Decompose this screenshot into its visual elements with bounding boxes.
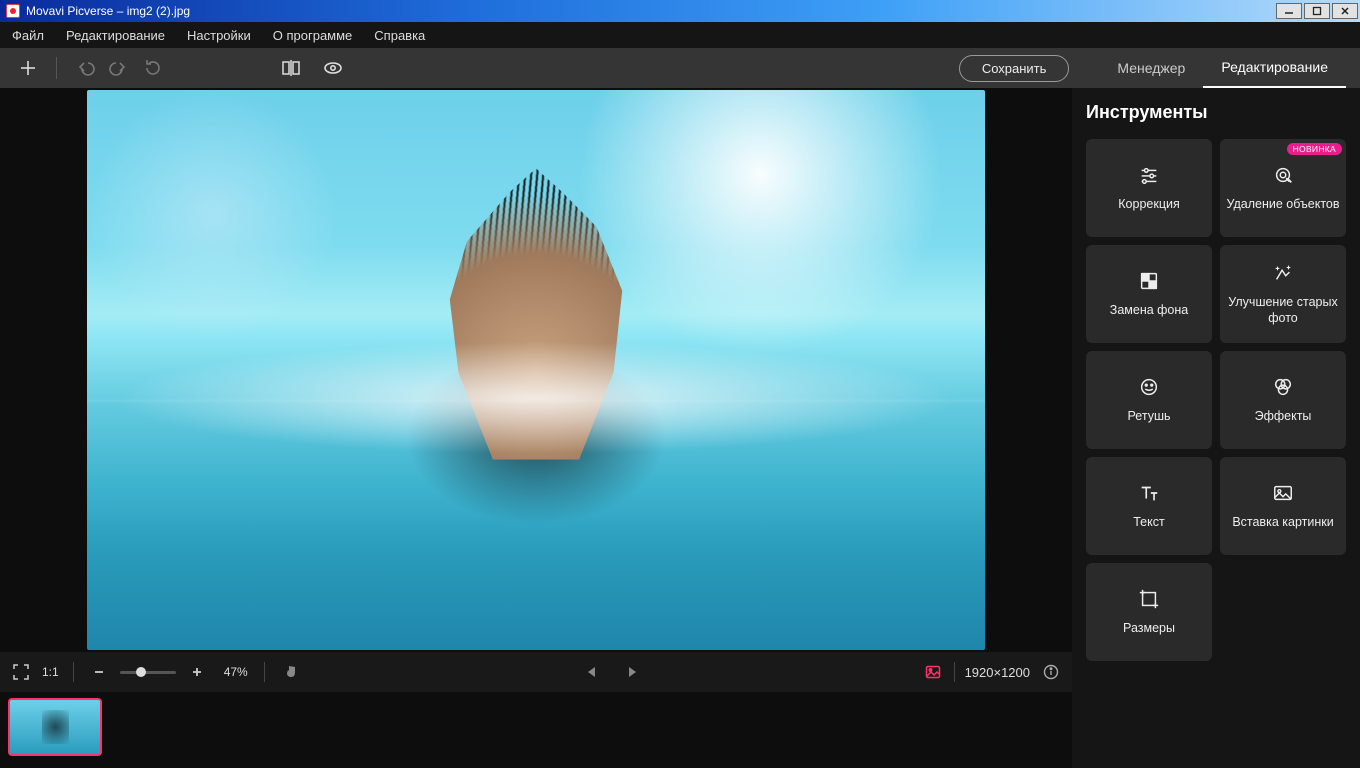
revert-button[interactable] xyxy=(139,54,167,82)
minimize-button[interactable] xyxy=(1276,3,1302,19)
tool-label: Коррекция xyxy=(1118,196,1179,212)
thumbnail-active[interactable] xyxy=(8,698,102,756)
thumbnail-strip xyxy=(0,692,1072,768)
menu-help[interactable]: Справка xyxy=(374,28,425,43)
tool-label: Ретушь xyxy=(1128,408,1171,424)
maximize-button[interactable] xyxy=(1304,3,1330,19)
tool-object-removal[interactable]: НОВИНКА Удаление объектов xyxy=(1220,139,1346,237)
add-button[interactable] xyxy=(14,54,42,82)
canvas-footer: 1:1 47% 1920×1200 xyxy=(0,652,1072,692)
preview-icon[interactable] xyxy=(319,54,347,82)
info-icon[interactable] xyxy=(1040,661,1062,683)
tool-old-photo[interactable]: Улучшение старых фото xyxy=(1220,245,1346,343)
tool-effects[interactable]: Эффекты xyxy=(1220,351,1346,449)
menu-settings[interactable]: Настройки xyxy=(187,28,251,43)
tools-panel: Инструменты Коррекция НОВИНКА Удаление о… xyxy=(1072,88,1360,768)
toolbar: Сохранить Менеджер Редактирование xyxy=(0,48,1360,88)
prev-image-icon[interactable] xyxy=(581,661,603,683)
zoom-slider[interactable] xyxy=(120,671,176,674)
next-image-icon[interactable] xyxy=(621,661,643,683)
tool-insert-image[interactable]: Вставка картинки xyxy=(1220,457,1346,555)
divider xyxy=(56,57,57,79)
tool-retouch[interactable]: Ретушь xyxy=(1086,351,1212,449)
new-badge: НОВИНКА xyxy=(1287,143,1342,155)
hand-tool-icon[interactable] xyxy=(281,661,303,683)
tool-bg-replace[interactable]: Замена фона xyxy=(1086,245,1212,343)
image-dimensions: 1920×1200 xyxy=(965,665,1030,680)
tools-heading: Инструменты xyxy=(1086,102,1346,123)
undo-button[interactable] xyxy=(71,54,99,82)
zoom-percentage: 47% xyxy=(224,665,248,679)
fullscreen-icon[interactable] xyxy=(10,661,32,683)
compare-icon[interactable] xyxy=(277,54,305,82)
canvas-area[interactable] xyxy=(0,88,1072,652)
zoom-ratio[interactable]: 1:1 xyxy=(42,665,59,679)
tool-label: Улучшение старых фото xyxy=(1226,294,1340,327)
app-icon xyxy=(6,4,20,18)
window-title: Movavi Picverse – img2 (2).jpg xyxy=(26,4,1276,18)
tool-label: Вставка картинки xyxy=(1232,514,1333,530)
tool-label: Текст xyxy=(1133,514,1164,530)
redo-button[interactable] xyxy=(105,54,133,82)
tool-label: Удаление объектов xyxy=(1226,196,1339,212)
tool-label: Замена фона xyxy=(1110,302,1188,318)
image-indicator-icon[interactable] xyxy=(922,661,944,683)
canvas-image[interactable] xyxy=(87,90,985,650)
window-titlebar: Movavi Picverse – img2 (2).jpg xyxy=(0,0,1360,22)
tool-text[interactable]: Текст xyxy=(1086,457,1212,555)
tool-correction[interactable]: Коррекция xyxy=(1086,139,1212,237)
tool-sizes[interactable]: Размеры xyxy=(1086,563,1212,661)
zoom-in-icon[interactable] xyxy=(186,661,208,683)
menu-file[interactable]: Файл xyxy=(12,28,44,43)
menu-about[interactable]: О программе xyxy=(273,28,353,43)
menu-edit[interactable]: Редактирование xyxy=(66,28,165,43)
save-button[interactable]: Сохранить xyxy=(959,55,1070,82)
tab-manager[interactable]: Менеджер xyxy=(1099,48,1203,88)
menubar: Файл Редактирование Настройки О программ… xyxy=(0,22,1360,48)
zoom-out-icon[interactable] xyxy=(88,661,110,683)
tool-label: Эффекты xyxy=(1255,408,1312,424)
tab-editing[interactable]: Редактирование xyxy=(1203,48,1346,88)
tool-label: Размеры xyxy=(1123,620,1175,636)
close-button[interactable] xyxy=(1332,3,1358,19)
